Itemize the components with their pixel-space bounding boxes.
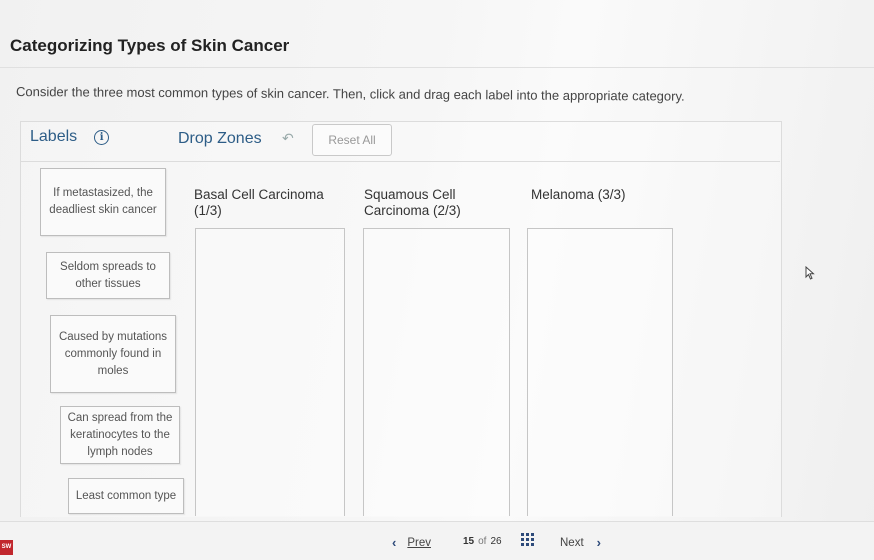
of-label: of bbox=[478, 536, 487, 547]
zone-heading-basal: Basal Cell Carcinoma (1/3) bbox=[194, 187, 349, 219]
zone-count: (2/3) bbox=[433, 203, 461, 218]
label-card-least-common[interactable]: Least common type bbox=[68, 478, 184, 514]
panel-header-divider bbox=[20, 161, 780, 162]
chevron-left-icon: ‹ bbox=[392, 535, 397, 550]
total-pages: 26 bbox=[490, 536, 502, 547]
drop-zones-heading: Drop Zones bbox=[178, 130, 262, 147]
mouse-cursor-icon bbox=[805, 266, 815, 280]
page-indicator: 15 of 26 bbox=[463, 536, 502, 547]
undo-icon[interactable]: ↶ bbox=[282, 130, 294, 147]
zone-heading-melanoma: Melanoma (3/3) bbox=[531, 187, 681, 203]
page: Categorizing Types of Skin Cancer Consid… bbox=[0, 0, 874, 560]
chevron-right-icon: › bbox=[596, 535, 601, 550]
page-title: Categorizing Types of Skin Cancer bbox=[10, 36, 290, 55]
instructions-text: Consider the three most common types of … bbox=[15, 84, 685, 104]
label-card-text: Seldom spreads to other tissues bbox=[60, 260, 156, 290]
label-card-text: Can spread from the keratinocytes to the… bbox=[67, 411, 173, 458]
zone-heading-squamous: Squamous Cell Carcinoma (2/3) bbox=[364, 187, 504, 219]
next-button[interactable]: Next › bbox=[560, 535, 601, 550]
label-card-seldom-spreads[interactable]: Seldom spreads to other tissues bbox=[46, 252, 170, 299]
zone-title-line1: Squamous Cell bbox=[364, 187, 456, 202]
drop-zone-melanoma[interactable] bbox=[527, 228, 673, 516]
label-card-keratinocytes[interactable]: Can spread from the keratinocytes to the… bbox=[60, 406, 180, 464]
brand-logo: SW bbox=[0, 540, 13, 555]
zone-count: (3/3) bbox=[597, 187, 626, 202]
label-card-text: If metastasized, the deadliest skin canc… bbox=[49, 187, 157, 216]
label-card-metastasized[interactable]: If metastasized, the deadliest skin canc… bbox=[40, 168, 166, 236]
drop-zone-basal[interactable] bbox=[195, 228, 345, 516]
current-page: 15 bbox=[463, 536, 475, 547]
zone-title: Melanoma bbox=[531, 187, 595, 202]
grid-icon[interactable] bbox=[521, 533, 534, 546]
labels-heading-text: Labels bbox=[30, 128, 78, 145]
label-card-text: Caused by mutations commonly found in mo… bbox=[58, 330, 168, 377]
labels-heading: Labels i bbox=[30, 128, 110, 146]
label-card-mutations-moles[interactable]: Caused by mutations commonly found in mo… bbox=[50, 315, 176, 393]
title-divider bbox=[0, 67, 874, 68]
label-card-text: Least common type bbox=[75, 489, 177, 502]
reset-all-button[interactable]: Reset All bbox=[312, 124, 392, 156]
next-label: Next bbox=[560, 536, 584, 549]
zone-title: Basal Cell Carcinoma bbox=[194, 187, 324, 202]
prev-button[interactable]: ‹ Prev bbox=[392, 535, 431, 550]
footer-bar bbox=[0, 521, 874, 560]
info-icon[interactable]: i bbox=[94, 129, 110, 145]
prev-label: Prev bbox=[407, 536, 431, 549]
zone-title-line2: Carcinoma bbox=[364, 203, 430, 218]
drop-zone-squamous[interactable] bbox=[363, 228, 510, 516]
zone-count: (1/3) bbox=[194, 203, 222, 218]
